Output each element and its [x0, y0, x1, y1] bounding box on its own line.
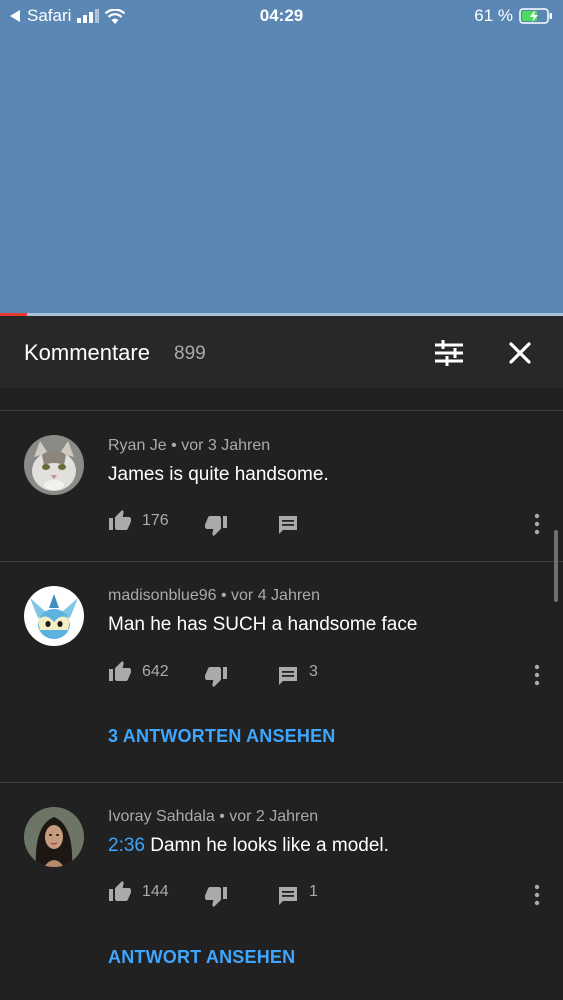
scrollbar-thumb[interactable] [554, 530, 558, 602]
more-vert-icon[interactable] [531, 662, 543, 688]
thumb-down-icon[interactable] [204, 884, 228, 908]
reply-icon[interactable] [276, 513, 300, 537]
view-replies-link[interactable]: ANTWORT ANSEHEN [108, 947, 295, 968]
comment-text: Man he has SUCH a handsome face [108, 614, 418, 635]
thumb-down-icon[interactable] [204, 664, 228, 688]
meta-separator: • [220, 587, 232, 604]
comment-age: vor 2 Jahren [229, 808, 319, 825]
comment-age: vor 4 Jahren [231, 587, 320, 604]
comment-actions: 176 [108, 509, 548, 539]
avatar[interactable] [24, 435, 84, 495]
thumb-up-icon[interactable] [108, 509, 132, 533]
comments-title: Kommentare [24, 340, 150, 365]
comment-meta: Ivoray Sahdala • vor 2 Jahren [108, 808, 318, 826]
avatar[interactable] [24, 586, 84, 646]
comment-item: Ivoray Sahdala • vor 2 Jahren 2:36 Damn … [0, 783, 563, 1000]
battery-charging-icon [519, 8, 552, 24]
thumb-up-icon[interactable] [108, 660, 132, 684]
comment-actions: 642 3 [108, 660, 548, 690]
comment-meta: madisonblue96 • vor 4 Jahren [108, 587, 320, 605]
reply-icon[interactable] [276, 664, 300, 688]
comments-header: Kommentare 899 [0, 316, 563, 388]
comment-item: Ryan Je • vor 3 Jahren James is quite ha… [0, 411, 563, 561]
comment-text: James is quite handsome. [108, 464, 329, 485]
like-count: 642 [142, 663, 169, 680]
avatar[interactable] [24, 807, 84, 867]
comments-count: 899 [174, 343, 206, 364]
comment-text: 2:36 Damn he looks like a model. [108, 835, 389, 857]
thumb-down-icon[interactable] [204, 513, 228, 537]
reply-count: 3 [309, 663, 318, 680]
video-timestamp-link[interactable]: 2:36 [108, 835, 145, 856]
comment-author[interactable]: madisonblue96 [108, 587, 217, 604]
like-count: 144 [142, 883, 169, 900]
more-vert-icon[interactable] [531, 511, 543, 537]
thumb-up-icon[interactable] [108, 880, 132, 904]
reply-icon[interactable] [276, 884, 300, 908]
comment-author[interactable]: Ivoray Sahdala [108, 808, 215, 825]
reply-count: 1 [309, 883, 318, 900]
comment-text-body: Damn he looks like a model. [144, 835, 389, 856]
comment-item: madisonblue96 • vor 4 Jahren Man he has … [0, 562, 563, 782]
comment-actions: 144 1 [108, 880, 548, 910]
status-bar: Safari 04:29 61 % [0, 0, 563, 34]
more-vert-icon[interactable] [531, 882, 543, 908]
meta-separator: • [171, 437, 182, 454]
close-icon[interactable] [503, 336, 537, 370]
view-replies-link[interactable]: 3 ANTWORTEN ANSEHEN [108, 726, 335, 747]
status-right: 61 % [474, 6, 553, 26]
video-player[interactable] [0, 0, 563, 314]
comment-age: vor 3 Jahren [181, 437, 271, 454]
comment-meta: Ryan Je • vor 3 Jahren [108, 437, 270, 455]
comment-author[interactable]: Ryan Je [108, 437, 167, 454]
battery-percent: 61 % [474, 6, 513, 25]
filter-icon[interactable] [432, 336, 466, 370]
like-count: 176 [142, 512, 169, 529]
meta-separator: • [219, 808, 230, 825]
